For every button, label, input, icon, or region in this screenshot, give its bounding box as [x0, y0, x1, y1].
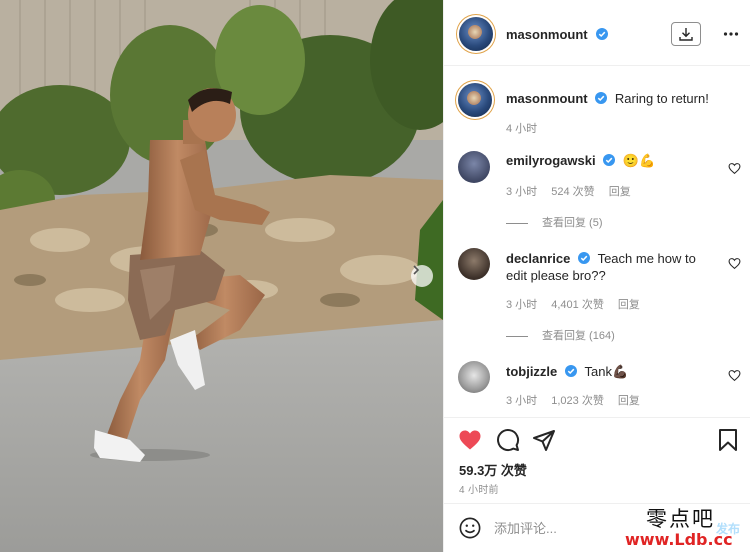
comment-timestamp[interactable]: 3 小时 [506, 186, 537, 198]
caption-avatar[interactable] [458, 83, 492, 117]
view-replies-button[interactable]: 查看回复 (164) [506, 327, 615, 343]
commenter-avatar[interactable] [458, 361, 490, 393]
author-name-row: masonmount [506, 26, 609, 44]
author-avatar[interactable] [459, 17, 493, 51]
caption-line: masonmount Raring to return! [506, 91, 709, 106]
verified-badge-icon [595, 92, 608, 104]
comment-timestamp[interactable]: 3 小时 [506, 395, 537, 407]
comment-meta: 3 小时 524 次赞 回复 [506, 183, 642, 199]
chevron-right-icon [413, 265, 420, 275]
bookmark-icon[interactable] [716, 428, 740, 452]
post-header: masonmount [444, 0, 750, 66]
paper-plane-icon[interactable] [532, 428, 556, 452]
comment-meta: 3 小时 1,023 次赞 回复 [506, 392, 651, 408]
comment-like-count[interactable]: 524 次赞 [551, 186, 594, 198]
comment-body: emilyrogawski 🙂💪 [506, 152, 706, 169]
comment-heart-icon[interactable] [728, 162, 741, 175]
commenter-avatar[interactable] [458, 248, 490, 280]
verified-badge-icon [596, 28, 609, 40]
replies-divider [506, 222, 528, 224]
post-timestamp[interactable]: 4 小时前 [459, 481, 499, 496]
commenter-username[interactable]: declanrice [506, 251, 570, 266]
commenter-username[interactable]: emilyrogawski [506, 153, 596, 168]
comment-like-count[interactable]: 4,401 次赞 [551, 299, 604, 311]
post-side-panel: masonmount masonmount Raring to return! [443, 0, 750, 552]
verified-badge-icon [577, 252, 590, 264]
carousel-next-button[interactable] [411, 265, 433, 287]
comment-body: declanrice Teach me how to edit please b… [506, 250, 706, 284]
likes-count[interactable]: 59.3万 次赞 [459, 460, 527, 479]
heart-icon[interactable] [458, 428, 482, 452]
watermark-logo-text: 零点吧 [646, 507, 715, 531]
emoji-icon[interactable] [459, 517, 481, 539]
comment-like-count[interactable]: 1,023 次赞 [551, 395, 604, 407]
view-replies-label: 查看回复 (164) [542, 330, 615, 342]
commenter-username[interactable]: tobjizzle [506, 364, 557, 379]
view-replies-button[interactable]: 查看回复 (5) [506, 214, 603, 230]
author-username[interactable]: masonmount [506, 27, 588, 42]
comment-body: tobjizzle Tank💪🏿 [506, 363, 706, 380]
more-options-icon[interactable] [723, 26, 739, 42]
comment-text: Tank💪🏿 [584, 364, 629, 379]
caption-timestamp[interactable]: 4 小时 [506, 120, 537, 136]
caption-username[interactable]: masonmount [506, 91, 588, 106]
comment-heart-icon[interactable] [728, 369, 741, 382]
caption-text: Raring to return! [614, 91, 709, 106]
comment-bubble-icon[interactable] [496, 428, 520, 452]
comment-reply-button[interactable]: 回复 [618, 395, 640, 407]
comment-heart-icon[interactable] [728, 257, 741, 270]
verified-badge-icon [564, 365, 577, 377]
comment-timestamp[interactable]: 3 小时 [506, 299, 537, 311]
download-icon [679, 28, 693, 41]
comment-meta: 3 小时 4,401 次赞 回复 [506, 296, 651, 312]
comment-reply-button[interactable]: 回复 [609, 186, 631, 198]
watermark-url: www.Ldb.cc [625, 530, 733, 549]
verified-badge-icon [603, 154, 616, 166]
post-photo[interactable] [0, 0, 443, 552]
comment-text: 🙂💪 [622, 153, 656, 168]
post-actions: 59.3万 次赞 4 小时前 [444, 417, 750, 507]
view-replies-label: 查看回复 (5) [542, 217, 603, 229]
comment-reply-button[interactable]: 回复 [618, 299, 640, 311]
photo-scene [0, 0, 443, 552]
commenter-avatar[interactable] [458, 151, 490, 183]
replies-divider [506, 335, 528, 337]
download-button[interactable] [671, 22, 701, 46]
